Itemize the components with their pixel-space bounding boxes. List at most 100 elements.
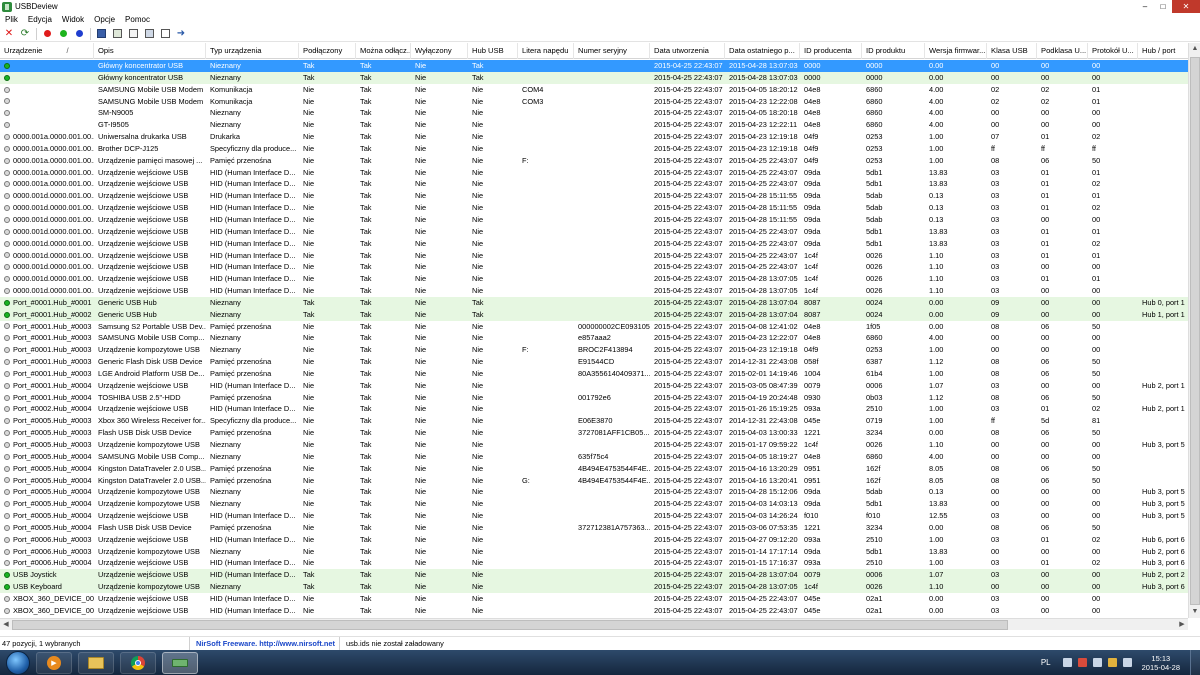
chrome-icon[interactable] [120,651,156,674]
column-header[interactable]: Hub USB [468,43,518,59]
table-row[interactable]: 0000.001a.0000.001.00... Urządzenie pamię… [0,155,1188,167]
properties-icon[interactable] [143,28,155,40]
table-row[interactable]: 0000.001d.0000.001.00... Urządzenie wejśc… [0,226,1188,238]
language-indicator[interactable]: PL [1041,658,1051,667]
table-row[interactable]: 0000.001d.0000.001.00... Urządzenie wejśc… [0,238,1188,250]
table-row[interactable]: 0000.001d.0000.001.00... Urządzenie wejśc… [0,250,1188,262]
column-header[interactable]: Urządzenie / [0,43,94,59]
table-row[interactable]: Port_#0005.Hub_#0004 Kingston DataTravele… [0,475,1188,487]
column-header[interactable]: Numer seryjny [574,43,650,59]
scroll-left-icon[interactable]: ◀ [0,619,12,631]
column-header[interactable]: Podłączony [299,43,356,59]
table-row[interactable]: Port_#0005.Hub_#0004 Urządzenie kompozyto… [0,486,1188,498]
table-row[interactable]: XBOX_360_DEVICE_00... Urządzenie wejściow… [0,605,1188,617]
table-row[interactable]: Port_#0001.Hub_#0001 Generic USB Hub Niezn… [0,296,1188,309]
column-header[interactable]: Klasa USB [987,43,1037,59]
menu-edycja[interactable]: Edycja [23,15,57,24]
table-row[interactable]: 0000.001d.0000.001.00... Urządzenie wejśc… [0,261,1188,273]
table-row[interactable]: USB Joystick Urządzenie wejściowe USB HID … [0,569,1188,582]
table-row[interactable]: Port_#0005.Hub_#0004 Urządzenie kompozyto… [0,498,1188,510]
shield-icon[interactable] [1107,658,1117,667]
table-row[interactable]: 0000.001d.0000.001.00... Urządzenie wejśc… [0,285,1188,297]
scroll-down-icon[interactable]: ▼ [1189,606,1200,618]
table-row[interactable]: Port_#0005.Hub_#0004 Urządzenie wejściowe… [0,510,1188,522]
column-header[interactable]: Można odłącz... [356,43,411,59]
tray-expand-icon[interactable] [1062,658,1072,667]
table-row[interactable]: 0000.001d.0000.001.00... Urządzenie wejśc… [0,214,1188,226]
horizontal-scrollbar[interactable]: ◀ ▶ [0,618,1188,630]
close-button[interactable]: ✕ [1172,0,1200,13]
column-header[interactable]: Opis [94,43,206,59]
explorer-folder-icon[interactable] [78,651,114,674]
table-row[interactable]: Port_#0005.Hub_#0004 Kingston DataTravele… [0,463,1188,475]
table-row[interactable]: 0000.001d.0000.001.00... Urządzenie wejśc… [0,202,1188,214]
table-row[interactable]: Port_#0002.Hub_#0004 Urządzenie wejściowe… [0,403,1188,415]
blue-dot-icon[interactable] [73,28,85,40]
table-row[interactable]: SM-N9005 Nieznany Nie Tak Nie Nie 2015-04-25 2… [0,107,1188,119]
table-row[interactable]: 0000.001a.0000.001.00... Uniwersalna druk… [0,131,1188,143]
table-row[interactable]: Port_#0001.Hub_#0003 LGE Android Platform… [0,368,1188,380]
red-dot-icon[interactable] [41,28,53,40]
table-row[interactable]: Port_#0005.Hub_#0004 SAMSUNG Mobile USB C… [0,451,1188,463]
device-list[interactable]: Urządzenie / Opis Typ urządzenia Podłącz… [0,43,1188,618]
green-dot-icon[interactable] [57,28,69,40]
table-row[interactable]: Port_#0005.Hub_#0004 Flash USB Disk USB D… [0,522,1188,534]
html-report-icon[interactable] [127,28,139,40]
table-row[interactable]: SAMSUNG Mobile USB Modem Komunikacja Nie Ta… [0,84,1188,96]
table-row[interactable]: 0000.001a.0000.001.00... Urządzenie wejśc… [0,167,1188,179]
show-desktop-button[interactable] [1190,650,1200,675]
scroll-up-icon[interactable]: ▲ [1189,43,1200,55]
table-row[interactable]: Port_#0005.Hub_#0003 Urządzenie kompozyto… [0,439,1188,451]
table-row[interactable]: Port_#0005.Hub_#0003 Flash USB Disk USB D… [0,427,1188,439]
table-row[interactable]: Port_#0005.Hub_#0003 Xbox 360 Wireless Re… [0,415,1188,427]
column-header[interactable]: ID producenta [800,43,862,59]
maximize-button[interactable]: □ [1154,0,1172,13]
table-row[interactable]: USB Keyboard Urządzenie kompozytowe USB Ni… [0,581,1188,593]
usbdeview-taskbar-icon[interactable] [162,651,198,674]
table-row[interactable]: Port_#0006.Hub_#0003 Urządzenie kompozyto… [0,546,1188,558]
table-row[interactable]: SAMSUNG Mobile USB Modem Komunikacja Nie Ta… [0,96,1188,108]
table-row[interactable]: GT-I9505 Nieznany Nie Tak Nie Nie 2015-04-25 2… [0,119,1188,131]
table-row[interactable]: Port_#0001.Hub_#0003 SAMSUNG Mobile USB C… [0,332,1188,344]
table-row[interactable]: 0000.001a.0000.001.00... Urządzenie wejśc… [0,178,1188,190]
table-row[interactable]: Port_#0006.Hub_#0004 Urządzenie wejściowe… [0,557,1188,569]
table-row[interactable]: Główny koncentrator USB Nieznany Tak Tak Nie… [0,60,1188,72]
menu-plik[interactable]: Plik [0,15,23,24]
start-button[interactable] [6,650,30,675]
column-header[interactable]: Typ urządzenia [206,43,299,59]
vertical-scrollbar[interactable]: ▲ ▼ [1188,43,1200,618]
table-row[interactable]: Port_#0001.Hub_#0003 Samsung S2 Portable … [0,321,1188,333]
menu-pomoc[interactable]: Pomoc [120,15,155,24]
menu-opcje[interactable]: Opcje [89,15,120,24]
refresh-icon[interactable]: ⟳ [19,28,31,40]
minimize-button[interactable]: – [1136,0,1154,13]
action-center-icon[interactable] [1077,658,1087,667]
network-icon[interactable] [1092,658,1102,667]
table-row[interactable]: Port_#0001.Hub_#0003 Generic Flash Disk U… [0,356,1188,368]
volume-icon[interactable] [1122,658,1132,667]
scroll-thumb[interactable] [12,620,1008,630]
table-row[interactable]: Główny koncentrator USB Nieznany Tak Tak Nie… [0,71,1188,84]
scroll-thumb[interactable] [1190,57,1200,605]
find-icon[interactable] [159,28,171,40]
column-header[interactable]: Protokół U... [1088,43,1138,59]
copy-icon[interactable] [111,28,123,40]
table-row[interactable]: Port_#0006.Hub_#0003 Urządzenie wejściowe… [0,534,1188,546]
column-header[interactable]: Wyłączony [411,43,468,59]
exit-icon[interactable]: ➜ [175,28,187,40]
column-header[interactable]: Litera napędu [518,43,574,59]
column-header[interactable]: Podklasa U... [1037,43,1088,59]
menu-widok[interactable]: Widok [57,15,89,24]
table-row[interactable]: 0000.001d.0000.001.00... Urządzenie wejśc… [0,273,1188,285]
save-icon[interactable] [95,28,107,40]
media-player-icon[interactable]: ▶ [36,651,72,674]
column-header[interactable]: Data ostatniego p... [725,43,800,59]
column-header[interactable]: Data utworzenia [650,43,725,59]
table-row[interactable]: 0000.001a.0000.001.00... Brother DCP-J125… [0,143,1188,155]
scroll-right-icon[interactable]: ▶ [1176,619,1188,631]
column-header[interactable]: ID produktu [862,43,925,59]
delete-icon[interactable]: ✕ [3,28,15,40]
column-header[interactable]: Wersja firmwar... [925,43,987,59]
clock[interactable]: 15:13 2015-04-28 [1142,654,1180,672]
table-row[interactable]: Port_#0001.Hub_#0003 Urządzenie kompozyto… [0,344,1188,356]
